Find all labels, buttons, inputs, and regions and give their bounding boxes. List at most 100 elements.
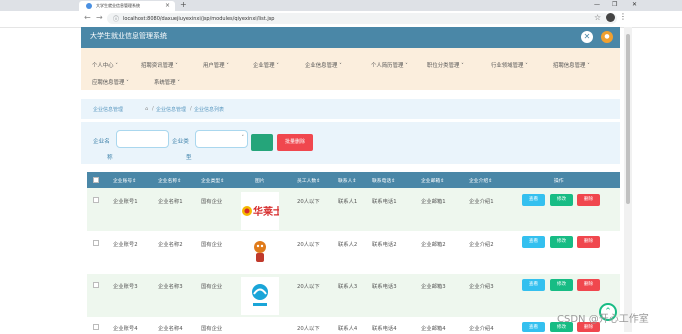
cell-staff: 20人以下	[297, 284, 320, 290]
edit-button[interactable]: 修改	[550, 194, 573, 206]
type-label: 企业类	[172, 139, 189, 145]
col-staff[interactable]: 员工人数⇕	[297, 177, 320, 184]
company-name-input[interactable]	[116, 130, 169, 148]
menu-item-application[interactable]: 应聘信息管理 ˅	[92, 78, 129, 86]
menu-item-industry[interactable]: 行业领域管理 ˅	[491, 61, 528, 69]
menu-item-users[interactable]: 用户管理 ˅	[203, 61, 229, 69]
menu-item-system[interactable]: 系统管理 ˅	[154, 78, 180, 86]
chevron-down-icon: ˅	[241, 135, 245, 141]
row-checkbox[interactable]	[93, 240, 99, 246]
col-type[interactable]: 企业类型⇕	[201, 177, 224, 184]
breadcrumb-sep: /	[152, 106, 154, 112]
maximize-icon[interactable]: ❐	[612, 1, 617, 8]
cell-account: 企业账号1	[113, 199, 138, 205]
scrollbar-thumb[interactable]	[626, 34, 630, 204]
cell-phone: 联系电话1	[372, 199, 397, 205]
cell-intro: 企业介绍3	[469, 284, 494, 290]
cell-account: 企业账号4	[113, 326, 138, 332]
edit-button[interactable]: 修改	[550, 279, 573, 291]
view-button[interactable]: 查看	[522, 322, 545, 332]
star-icon[interactable]: ☆	[594, 13, 601, 22]
watermark: CSDN @开心工作室	[557, 314, 649, 325]
col-name[interactable]: 企业名称⇕	[158, 177, 181, 184]
cell-name: 企业名称2	[158, 242, 183, 248]
type-label-tail: 型	[186, 155, 192, 161]
menu-item-company-info[interactable]: 企业信息管理 ˅	[305, 61, 342, 69]
row-checkbox[interactable]	[93, 282, 99, 288]
cell-type: 国有企业	[201, 284, 223, 290]
view-button[interactable]: 查看	[522, 194, 545, 206]
cell-intro: 企业介绍1	[469, 199, 494, 205]
cell-intro: 企业介绍4	[469, 326, 494, 332]
info-icon: ⓘ	[113, 16, 120, 23]
delete-button[interactable]: 删除	[577, 279, 600, 291]
forward-icon[interactable]: →	[96, 13, 103, 22]
cell-staff: 20人以下	[297, 199, 320, 205]
cell-contact: 联系人3	[338, 284, 358, 290]
search-button[interactable]	[251, 134, 273, 151]
new-tab-icon[interactable]: +	[180, 0, 187, 9]
col-account[interactable]: 企业账号⇕	[113, 177, 136, 184]
menu-item-job-category[interactable]: 职位分类管理 ˅	[427, 61, 464, 69]
company-logo-image	[241, 277, 279, 315]
row-checkbox[interactable]	[93, 197, 99, 203]
browser-tab[interactable]: 大学生就业信息管理系统 ×	[79, 1, 175, 11]
col-contact[interactable]: 联系人⇕	[338, 177, 356, 184]
url-field[interactable]: ⓘ localhost:8080/daxuejiuyexinxi/jsp/mod…	[107, 13, 617, 24]
breadcrumb-level1[interactable]: 企业信息管理	[156, 106, 186, 113]
cell-staff: 20人以下	[297, 242, 320, 248]
delete-button[interactable]: 删除	[577, 236, 600, 248]
breadcrumb-root[interactable]: 企业信息管理	[93, 106, 123, 113]
menu-item-recruit[interactable]: 招聘信息管理 ˅	[553, 61, 590, 69]
menu-item-company[interactable]: 企业管理 ˅	[253, 61, 279, 69]
name-label-tail: 称	[107, 155, 113, 161]
name-label: 企业名	[93, 139, 110, 145]
menu-item-news[interactable]: 招聘资讯管理 ˅	[141, 61, 178, 69]
company-logo-image	[241, 234, 279, 272]
cell-name: 企业名称3	[158, 284, 183, 290]
view-button[interactable]: 查看	[522, 236, 545, 248]
back-icon[interactable]: ←	[84, 13, 91, 22]
cell-intro: 企业介绍2	[469, 242, 494, 248]
delete-button[interactable]: 删除	[577, 194, 600, 206]
cell-contact: 联系人2	[338, 242, 358, 248]
green-logo-icon	[252, 284, 268, 306]
menu-kebab-icon[interactable]: ⋮	[619, 12, 627, 21]
home-icon[interactable]: ⌂	[145, 106, 148, 112]
col-intro[interactable]: 企业介绍⇕	[469, 177, 492, 184]
app-title: 大学生就业信息管理系统	[90, 32, 167, 40]
row-checkbox[interactable]	[93, 324, 99, 330]
col-actions: 操作	[554, 179, 564, 184]
close-circle-icon[interactable]: ✕	[581, 31, 593, 43]
cell-phone: 联系电话3	[372, 284, 397, 290]
view-button[interactable]: 查看	[522, 279, 545, 291]
col-phone[interactable]: 联系电话⇕	[372, 177, 395, 184]
col-image: 图片	[255, 179, 265, 184]
cell-email: 企业邮箱4	[421, 326, 446, 332]
breadcrumb-sep2: /	[190, 106, 192, 112]
close-tab-icon[interactable]: ×	[165, 2, 170, 9]
tab-title: 大学生就业信息管理系统	[96, 3, 140, 8]
cell-account: 企业账号3	[113, 284, 138, 290]
cell-type: 国有企业	[201, 242, 223, 248]
cell-type: 国有企业	[201, 326, 223, 332]
hualaishi-logo-icon: 华莱士	[242, 205, 279, 218]
menu-item-personal[interactable]: 个人中心 ˅	[92, 61, 118, 69]
company-type-select[interactable]: ˅	[195, 130, 248, 148]
url-text: localhost:8080/daxuejiuyexinxi/jsp/modul…	[123, 15, 275, 22]
col-email[interactable]: 企业邮箱⇕	[421, 177, 444, 184]
profile-icon[interactable]	[606, 13, 615, 22]
batch-delete-button[interactable]: 批量删除	[277, 134, 313, 151]
minimize-icon[interactable]: —	[594, 1, 600, 8]
cell-name: 企业名称1	[158, 199, 183, 205]
breadcrumb-level2: 企业信息列表	[194, 107, 225, 113]
edit-button[interactable]: 修改	[550, 236, 573, 248]
menu-item-resume[interactable]: 个人简历管理 ˅	[371, 61, 408, 69]
cell-staff: 20人以下	[297, 326, 320, 332]
window-close-icon[interactable]: ✕	[632, 1, 637, 8]
cell-contact: 联系人4	[338, 326, 358, 332]
user-avatar-icon[interactable]: ●	[601, 31, 613, 43]
cell-account: 企业账号2	[113, 242, 138, 248]
select-all-checkbox[interactable]	[93, 177, 99, 183]
cell-name: 企业名称4	[158, 326, 183, 332]
